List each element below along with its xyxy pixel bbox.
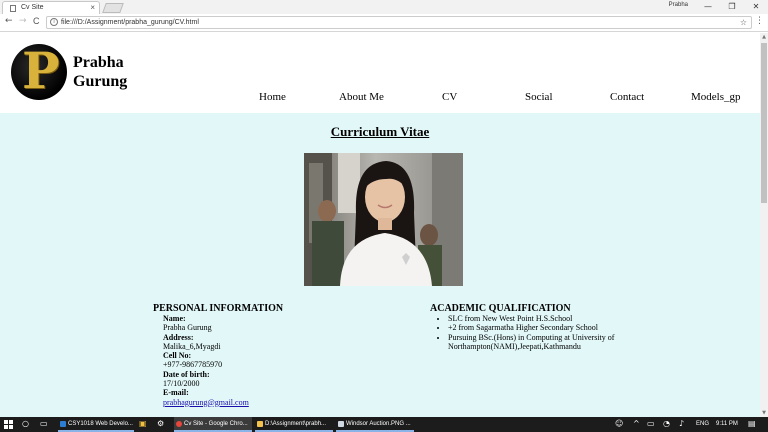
info-icon[interactable]: i (50, 18, 58, 26)
task-view-icon[interactable]: ▭ (40, 419, 48, 428)
dob-value: 17/10/2000 (163, 379, 200, 389)
url-text[interactable]: file:///D:/Assignment/prabha_gurung/CV.h… (61, 17, 199, 28)
name-label: Name: (163, 314, 186, 323)
profile-photo (304, 153, 463, 286)
personal-info-section: PERSONAL INFORMATION Name: Prabha Gurung… (153, 303, 403, 407)
scroll-down-icon[interactable]: ▼ (760, 409, 768, 417)
tab-title: Cv Site (21, 4, 44, 11)
browser-tab[interactable]: Cv Site × (2, 1, 100, 14)
personal-info-list: Name: Prabha Gurung Address: Malika_6,My… (163, 314, 403, 407)
notification-icon[interactable]: ▤ (748, 419, 756, 428)
scroll-up-icon[interactable]: ▲ (760, 33, 768, 41)
taskbar-app-label: Windsor Auction.PNG ... (346, 421, 411, 427)
edge-icon (60, 421, 66, 427)
academic-item: Pursuing BSc.(Hons) in Computing at Univ… (448, 333, 630, 352)
logo-letter: P (22, 44, 60, 100)
scroll-thumb[interactable] (761, 43, 767, 203)
site-name: Prabha Gurung (73, 53, 163, 91)
taskbar-app-chrome[interactable]: Cv Site - Google Chro... (174, 417, 252, 432)
search-icon[interactable]: ○ (22, 419, 29, 428)
address-bar[interactable]: i file:///D:/Assignment/prabha_gurung/CV… (46, 16, 752, 29)
site-header: P Prabha Gurung Home About Me CV Social … (0, 33, 760, 113)
nav-social[interactable]: Social (525, 91, 553, 103)
taskbar-app-label: CSY1018 Web Develo... (68, 421, 133, 427)
people-icon[interactable]: ☺ (615, 419, 623, 428)
nav-models-gp[interactable]: Models_gp (691, 91, 741, 103)
folder-icon (257, 421, 263, 427)
network-icon[interactable]: ◔ (663, 419, 670, 428)
bookmark-star-icon[interactable]: ☆ (740, 17, 747, 28)
maximize-button[interactable]: ❐ (720, 0, 744, 14)
close-window-button[interactable]: ✕ (744, 0, 768, 14)
battery-icon[interactable]: ▭ (647, 419, 655, 428)
clock[interactable]: 9:11 PM (716, 417, 738, 432)
chrome-icon (176, 421, 182, 427)
taskbar-app-photos[interactable]: Windsor Auction.PNG ... (336, 417, 414, 432)
chevron-up-icon[interactable]: ^ (633, 419, 640, 428)
cv-content: Curriculum Vitae PERSONAL INFORMATION Na… (0, 113, 760, 417)
dob-label: Date of birth: (163, 369, 210, 379)
taskbar: ○ ▭ CSY1018 Web Develo... ▣ ⚙ Cv Site - … (0, 417, 768, 432)
name-value: Prabha Gurung (163, 323, 212, 333)
new-tab-button[interactable] (102, 3, 124, 13)
windows-start-icon[interactable] (4, 420, 13, 429)
academic-list: SLC from New West Point H.S.School +2 fr… (448, 314, 630, 351)
address-value: Malika_6,Myagdi (163, 341, 221, 351)
address-label: Address: (163, 332, 194, 342)
profile-name[interactable]: Prabha (669, 2, 688, 8)
tab-strip: Cv Site × Prabha — ❐ ✕ (0, 0, 768, 14)
tab-close-icon[interactable]: × (90, 2, 95, 14)
minimize-button[interactable]: — (696, 0, 720, 14)
forward-icon[interactable]: → (19, 16, 27, 26)
taskbar-app-label: D:\Assignment\prabh... (265, 421, 327, 427)
page-scrollbar[interactable]: ▲ ▼ (760, 33, 768, 417)
language-indicator[interactable]: ENG (696, 417, 709, 432)
image-icon (338, 421, 344, 427)
cell-label: Cell No: (163, 351, 192, 361)
browser-toolbar: ← → C i file:///D:/Assignment/prabha_gur… (0, 14, 768, 32)
page-viewport: P Prabha Gurung Home About Me CV Social … (0, 33, 760, 417)
site-name-last: Gurung (73, 73, 128, 90)
settings-icon[interactable]: ⚙ (157, 419, 164, 428)
page-icon (10, 5, 16, 12)
nav-contact[interactable]: Contact (610, 91, 644, 103)
store-icon[interactable]: ▣ (139, 419, 147, 428)
academic-heading: ACADEMIC QUALIFICATION (430, 303, 571, 314)
cell-value: +977-9867785970 (163, 360, 223, 370)
personal-info-heading: PERSONAL INFORMATION (153, 303, 284, 314)
browser-menu-icon[interactable]: ⋮ (755, 16, 764, 26)
email-label: E-mail: (163, 388, 189, 398)
page-title: Curriculum Vitae (330, 124, 430, 139)
academic-item: +2 from Sagarmatha Higher Secondary Scho… (448, 323, 630, 332)
site-name-first: Prabha (73, 54, 124, 71)
academic-section: ACADEMIC QUALIFICATION SLC from New West… (430, 303, 630, 351)
taskbar-app-edge[interactable]: CSY1018 Web Develo... (58, 417, 134, 432)
back-icon[interactable]: ← (5, 16, 13, 26)
main-nav: Home About Me CV Social Contact Models_g… (230, 91, 760, 107)
nav-cv[interactable]: CV (442, 91, 457, 103)
email-link[interactable]: prabhagurung@gmail.com (163, 398, 249, 407)
academic-item: SLC from New West Point H.S.School (448, 314, 630, 323)
logo: P (11, 44, 67, 100)
taskbar-app-label: Cv Site - Google Chro... (184, 421, 248, 427)
nav-about-me[interactable]: About Me (339, 91, 384, 103)
taskbar-app-explorer[interactable]: D:\Assignment\prabh... (255, 417, 333, 432)
nav-home[interactable]: Home (259, 91, 286, 103)
reload-icon[interactable]: C (33, 16, 40, 26)
volume-icon[interactable]: ♪ (679, 419, 684, 428)
